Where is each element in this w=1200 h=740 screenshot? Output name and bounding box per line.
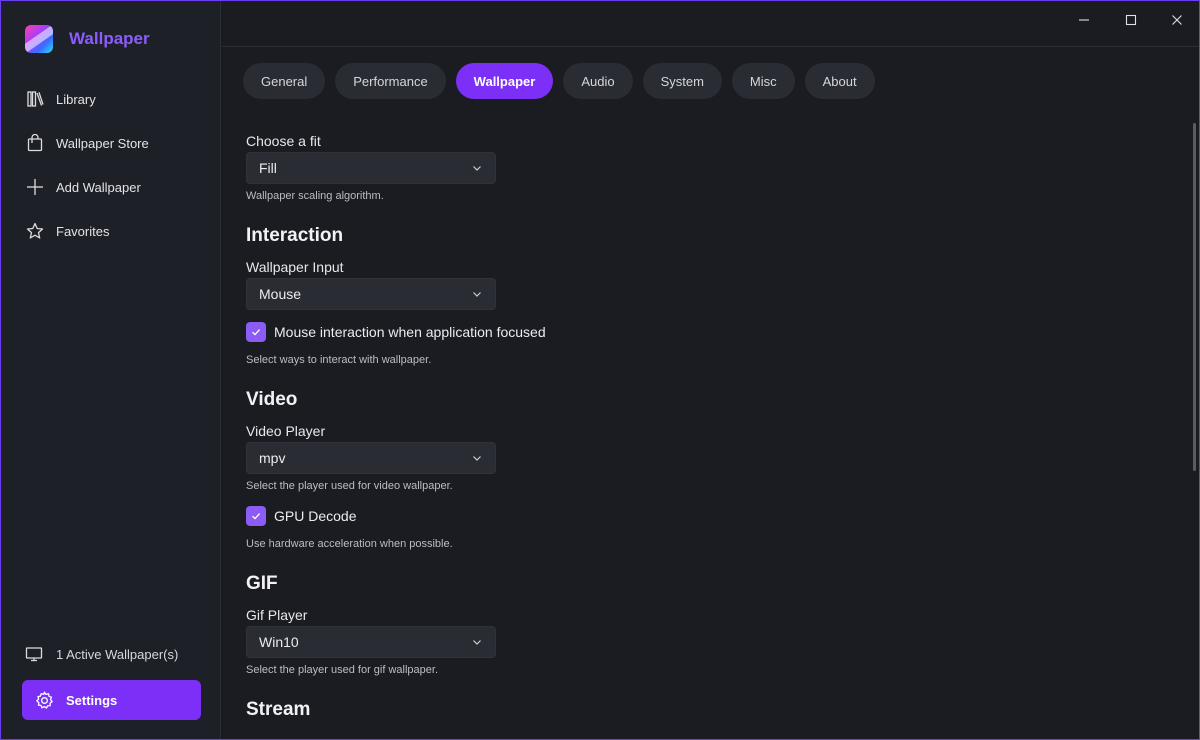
wallpaper-input-dropdown[interactable]: Mouse bbox=[246, 278, 496, 310]
video-player-value: mpv bbox=[259, 450, 286, 466]
interaction-hint: Select ways to interact with wallpaper. bbox=[246, 354, 432, 366]
gpu-decode-checkbox[interactable] bbox=[246, 506, 266, 526]
content-scrollbar[interactable] bbox=[1193, 123, 1196, 471]
stream-heading: Stream bbox=[246, 699, 311, 720]
settings-tabs: General Performance Wallpaper Audio Syst… bbox=[243, 63, 885, 99]
tab-misc[interactable]: Misc bbox=[731, 63, 795, 99]
close-button[interactable] bbox=[1162, 9, 1192, 31]
checkmark-icon bbox=[252, 513, 261, 520]
wallpaper-input-value: Mouse bbox=[259, 286, 302, 302]
mouse-focus-label: Mouse interaction when application focus… bbox=[274, 324, 546, 340]
mouse-focus-checkbox[interactable] bbox=[246, 322, 266, 342]
sidebar-nav: Library Wallpaper Store Add Wallpaper Fa… bbox=[1, 77, 220, 253]
gif-heading: GIF bbox=[246, 573, 278, 594]
fit-value: Fill bbox=[259, 160, 277, 176]
checkmark-icon bbox=[252, 329, 261, 336]
wallpaper-input-label: Wallpaper Input bbox=[246, 259, 344, 275]
fit-dropdown[interactable]: Fill bbox=[246, 152, 496, 184]
chevron-down-icon bbox=[473, 640, 481, 645]
gpu-decode-hint: Use hardware acceleration when possible. bbox=[246, 538, 453, 550]
star-icon bbox=[25, 221, 45, 241]
sidebar-item-library[interactable]: Library bbox=[1, 77, 220, 121]
sidebar-item-label: Wallpaper Store bbox=[56, 135, 149, 151]
brand: Wallpaper bbox=[25, 25, 150, 53]
sidebar: Wallpaper Library Wallpaper Store Add Wa… bbox=[1, 1, 221, 739]
monitor-icon bbox=[25, 644, 45, 664]
app-title: Wallpaper bbox=[69, 29, 150, 48]
app-window: Wallpaper Library Wallpaper Store Add Wa… bbox=[0, 0, 1200, 740]
shopping-bag-icon bbox=[25, 133, 45, 153]
tab-audio[interactable]: Audio bbox=[563, 63, 633, 99]
sidebar-item-favorites[interactable]: Favorites bbox=[1, 209, 220, 253]
sidebar-item-label: Add Wallpaper bbox=[56, 179, 141, 195]
active-wallpapers-status[interactable]: 1 Active Wallpaper(s) bbox=[25, 643, 178, 665]
fit-hint: Wallpaper scaling algorithm. bbox=[246, 190, 384, 202]
sidebar-item-add-wallpaper[interactable]: Add Wallpaper bbox=[1, 165, 220, 209]
gif-player-label: Gif Player bbox=[246, 607, 308, 623]
mouse-focus-checkbox-row[interactable]: Mouse interaction when application focus… bbox=[246, 322, 546, 342]
tab-performance[interactable]: Performance bbox=[335, 63, 446, 99]
video-heading: Video bbox=[246, 389, 298, 410]
tab-wallpaper[interactable]: Wallpaper bbox=[455, 63, 554, 99]
maximize-icon bbox=[1125, 14, 1137, 26]
minimize-icon bbox=[1079, 19, 1089, 21]
minimize-button[interactable] bbox=[1069, 9, 1099, 31]
maximize-button[interactable] bbox=[1116, 9, 1146, 31]
tab-general[interactable]: General bbox=[243, 63, 326, 99]
close-icon bbox=[1172, 15, 1182, 25]
chevron-down-icon bbox=[473, 456, 481, 461]
library-icon bbox=[25, 89, 45, 109]
interaction-heading: Interaction bbox=[246, 225, 344, 246]
sidebar-item-wallpaper-store[interactable]: Wallpaper Store bbox=[1, 121, 220, 165]
video-player-hint: Select the player used for video wallpap… bbox=[246, 480, 453, 492]
fit-label: Choose a fit bbox=[246, 133, 321, 149]
gif-player-value: Win10 bbox=[259, 634, 299, 650]
settings-label: Settings bbox=[66, 692, 118, 708]
active-wallpapers-label: 1 Active Wallpaper(s) bbox=[56, 646, 179, 662]
tab-system[interactable]: System bbox=[642, 63, 722, 99]
video-player-label: Video Player bbox=[246, 423, 326, 439]
chevron-down-icon bbox=[473, 166, 481, 171]
settings-button[interactable]: Settings bbox=[22, 680, 201, 720]
plus-icon bbox=[25, 177, 45, 197]
title-bar bbox=[222, 1, 1199, 47]
tab-about[interactable]: About bbox=[804, 63, 875, 99]
gear-icon bbox=[35, 690, 55, 710]
app-logo bbox=[25, 25, 53, 53]
gpu-decode-checkbox-row[interactable]: GPU Decode bbox=[246, 506, 356, 526]
video-player-dropdown[interactable]: mpv bbox=[246, 442, 496, 474]
gif-player-hint: Select the player used for gif wallpaper… bbox=[246, 664, 439, 676]
gpu-decode-label: GPU Decode bbox=[274, 508, 357, 524]
sidebar-item-label: Favorites bbox=[56, 223, 110, 239]
gif-player-dropdown[interactable]: Win10 bbox=[246, 626, 496, 658]
chevron-down-icon bbox=[473, 292, 481, 297]
sidebar-item-label: Library bbox=[56, 91, 96, 107]
